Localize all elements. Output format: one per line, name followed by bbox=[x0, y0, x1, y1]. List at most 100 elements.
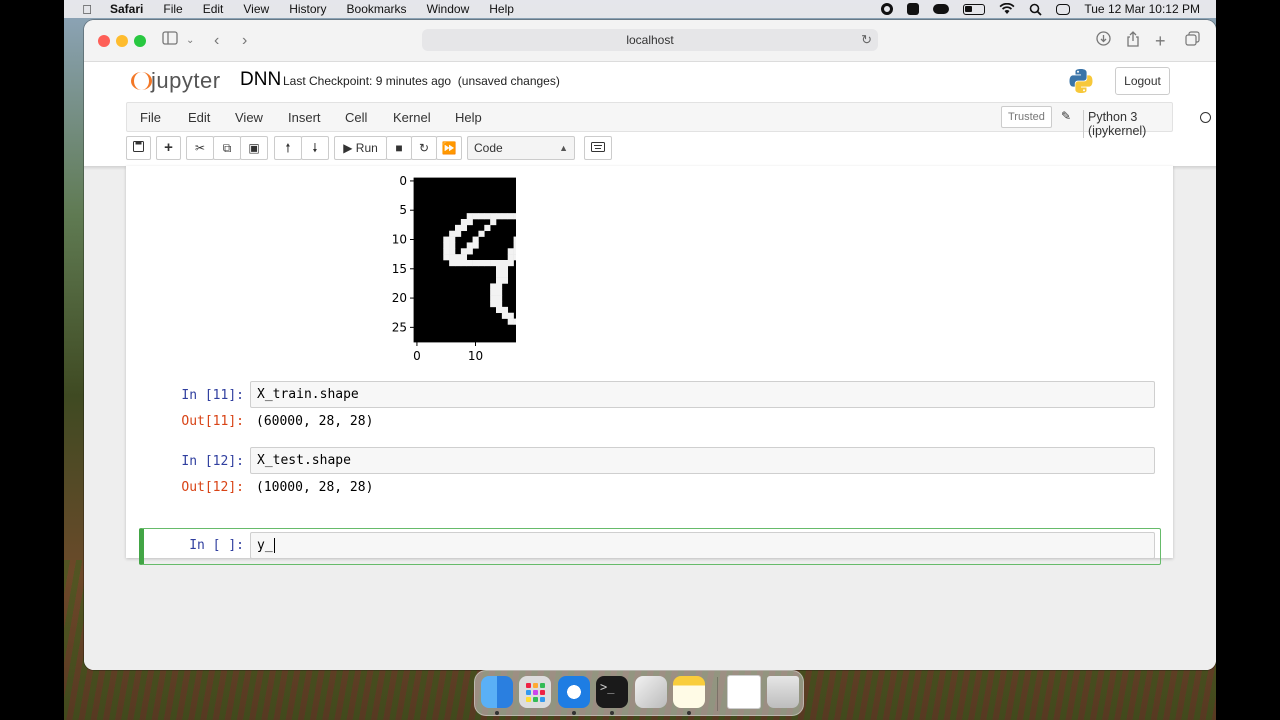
wifi-icon[interactable] bbox=[999, 3, 1015, 15]
cut-button[interactable]: ✂ bbox=[186, 136, 214, 160]
menu-app-name[interactable]: Safari bbox=[110, 2, 143, 16]
y-tick-label: 20 bbox=[392, 291, 407, 305]
play-icon: ▶ bbox=[343, 141, 353, 155]
control-center-icon[interactable] bbox=[1056, 3, 1071, 15]
sidebar-icon[interactable] bbox=[162, 31, 178, 51]
finder-icon[interactable] bbox=[481, 676, 513, 708]
menu-view[interactable]: View bbox=[243, 2, 269, 16]
edit-pencil-icon[interactable]: ✎ bbox=[1061, 109, 1071, 123]
launchpad-icon[interactable] bbox=[519, 676, 551, 708]
new-tab-icon[interactable]: + bbox=[1155, 31, 1166, 51]
notes-icon[interactable] bbox=[673, 676, 705, 708]
app-status-icon[interactable] bbox=[907, 3, 920, 15]
safari-window: ⌄ ‹ › localhost ↻ + jupyter DNN Last Che… bbox=[84, 20, 1216, 670]
kernel-name[interactable]: Python 3 (ipykernel) bbox=[1083, 110, 1172, 138]
output-prompt: Out[12]: bbox=[181, 480, 244, 495]
nb-menu-help[interactable]: Help bbox=[455, 110, 482, 125]
forward-icon[interactable]: › bbox=[242, 31, 247, 51]
nb-menu-insert[interactable]: Insert bbox=[288, 110, 321, 125]
reload-icon[interactable]: ↻ bbox=[861, 29, 872, 51]
record-icon[interactable] bbox=[881, 3, 894, 15]
battery-icon[interactable] bbox=[963, 3, 986, 15]
cloud-icon[interactable] bbox=[933, 4, 950, 14]
trusted-indicator[interactable]: Trusted bbox=[1001, 106, 1052, 128]
paste-button[interactable]: ▣ bbox=[240, 136, 268, 160]
script-editor-icon[interactable] bbox=[635, 676, 667, 708]
output-prompt: Out[11]: bbox=[181, 414, 244, 429]
menu-help[interactable]: Help bbox=[489, 2, 514, 16]
notebook-container: 051015202501020 In [11]: X_train.shape O… bbox=[84, 166, 1216, 670]
move-down-button[interactable]: 🠗 bbox=[301, 136, 329, 160]
checkpoint-text: Last Checkpoint: 9 minutes ago bbox=[283, 74, 452, 88]
menu-history[interactable]: History bbox=[289, 2, 326, 16]
address-bar[interactable]: localhost ↻ bbox=[422, 29, 878, 51]
digit-pixel bbox=[513, 236, 516, 243]
trash-icon[interactable] bbox=[767, 676, 799, 708]
downloads-icon[interactable] bbox=[1096, 31, 1111, 52]
digit-pixel bbox=[490, 213, 497, 220]
digit-pixel bbox=[449, 230, 456, 237]
run-label: Run bbox=[355, 141, 378, 155]
cell-type-select[interactable]: Code ▲ bbox=[467, 136, 575, 160]
digit-pixel bbox=[460, 224, 468, 232]
y-tick-label: 0 bbox=[399, 174, 407, 188]
digit-pixel bbox=[443, 236, 450, 243]
digit-pixel bbox=[496, 283, 503, 290]
minimize-window-button[interactable] bbox=[116, 35, 128, 47]
nb-menu-file[interactable]: File bbox=[140, 110, 161, 125]
terminal-icon[interactable]: >_ bbox=[596, 676, 628, 708]
digit-pixel bbox=[455, 224, 462, 232]
digit-pixel bbox=[496, 277, 503, 284]
close-window-button[interactable] bbox=[98, 35, 110, 47]
move-up-button[interactable]: 🠕 bbox=[274, 136, 302, 160]
menu-file[interactable]: File bbox=[163, 2, 182, 16]
nb-menu-view[interactable]: View bbox=[235, 110, 263, 125]
tab-overview-icon[interactable] bbox=[1185, 31, 1200, 52]
run-button[interactable]: ▶ Run bbox=[334, 136, 387, 160]
digit-pixel bbox=[460, 254, 468, 261]
back-icon[interactable]: ‹ bbox=[214, 31, 219, 51]
tab-group-chevron-icon[interactable]: ⌄ bbox=[186, 31, 194, 51]
document-preview-icon[interactable] bbox=[728, 676, 760, 708]
restart-button[interactable]: ↻ bbox=[411, 136, 437, 160]
menu-edit[interactable]: Edit bbox=[203, 2, 224, 16]
menu-bookmarks[interactable]: Bookmarks bbox=[347, 2, 407, 16]
safari-compass-icon[interactable] bbox=[558, 676, 590, 708]
digit-pixel bbox=[513, 248, 516, 255]
command-palette-button[interactable] bbox=[584, 136, 612, 160]
apple-menu-icon[interactable]:  bbox=[80, 2, 94, 17]
nb-menu-kernel[interactable]: Kernel bbox=[393, 110, 431, 125]
nb-menu-cell[interactable]: Cell bbox=[345, 110, 367, 125]
jupyter-logo-text: jupyter bbox=[151, 68, 221, 93]
code-cell-input[interactable]: X_test.shape bbox=[250, 447, 1155, 474]
zoom-window-button[interactable] bbox=[134, 35, 146, 47]
notebook-name[interactable]: DNN bbox=[240, 69, 281, 91]
logout-button[interactable]: Logout bbox=[1115, 67, 1170, 95]
insert-cell-button[interactable]: + bbox=[156, 136, 181, 160]
digit-pixel bbox=[513, 318, 516, 325]
code-cell-input[interactable]: X_train.shape bbox=[250, 381, 1155, 408]
digit-pixel bbox=[455, 254, 462, 261]
macos-dock: >_ bbox=[474, 670, 804, 716]
kernel-idle-indicator-icon bbox=[1200, 112, 1211, 123]
nb-menu-edit[interactable]: Edit bbox=[188, 110, 210, 125]
jupyter-logo[interactable]: jupyter bbox=[129, 68, 221, 94]
digit-pixel bbox=[496, 295, 503, 302]
menu-window[interactable]: Window bbox=[427, 2, 470, 16]
digit-pixel bbox=[501, 306, 509, 314]
digit-pixel bbox=[490, 219, 497, 226]
menubar-clock[interactable]: Tue 12 Mar 10:12 PM bbox=[1084, 2, 1200, 16]
running-indicator bbox=[687, 711, 691, 715]
copy-button[interactable]: ⧉ bbox=[213, 136, 241, 160]
active-code-input[interactable]: y_ bbox=[250, 532, 1155, 559]
digit-pixel bbox=[496, 265, 503, 273]
share-icon[interactable] bbox=[1126, 31, 1140, 53]
interrupt-button[interactable]: ■ bbox=[386, 136, 412, 160]
digit-pixel bbox=[466, 248, 473, 255]
search-icon[interactable] bbox=[1029, 3, 1043, 16]
save-button[interactable] bbox=[126, 136, 151, 160]
digit-pixel bbox=[449, 254, 456, 261]
restart-run-all-button[interactable]: ⏩ bbox=[436, 136, 462, 160]
digit-pixel bbox=[472, 213, 479, 220]
digit-pixel bbox=[478, 230, 485, 237]
